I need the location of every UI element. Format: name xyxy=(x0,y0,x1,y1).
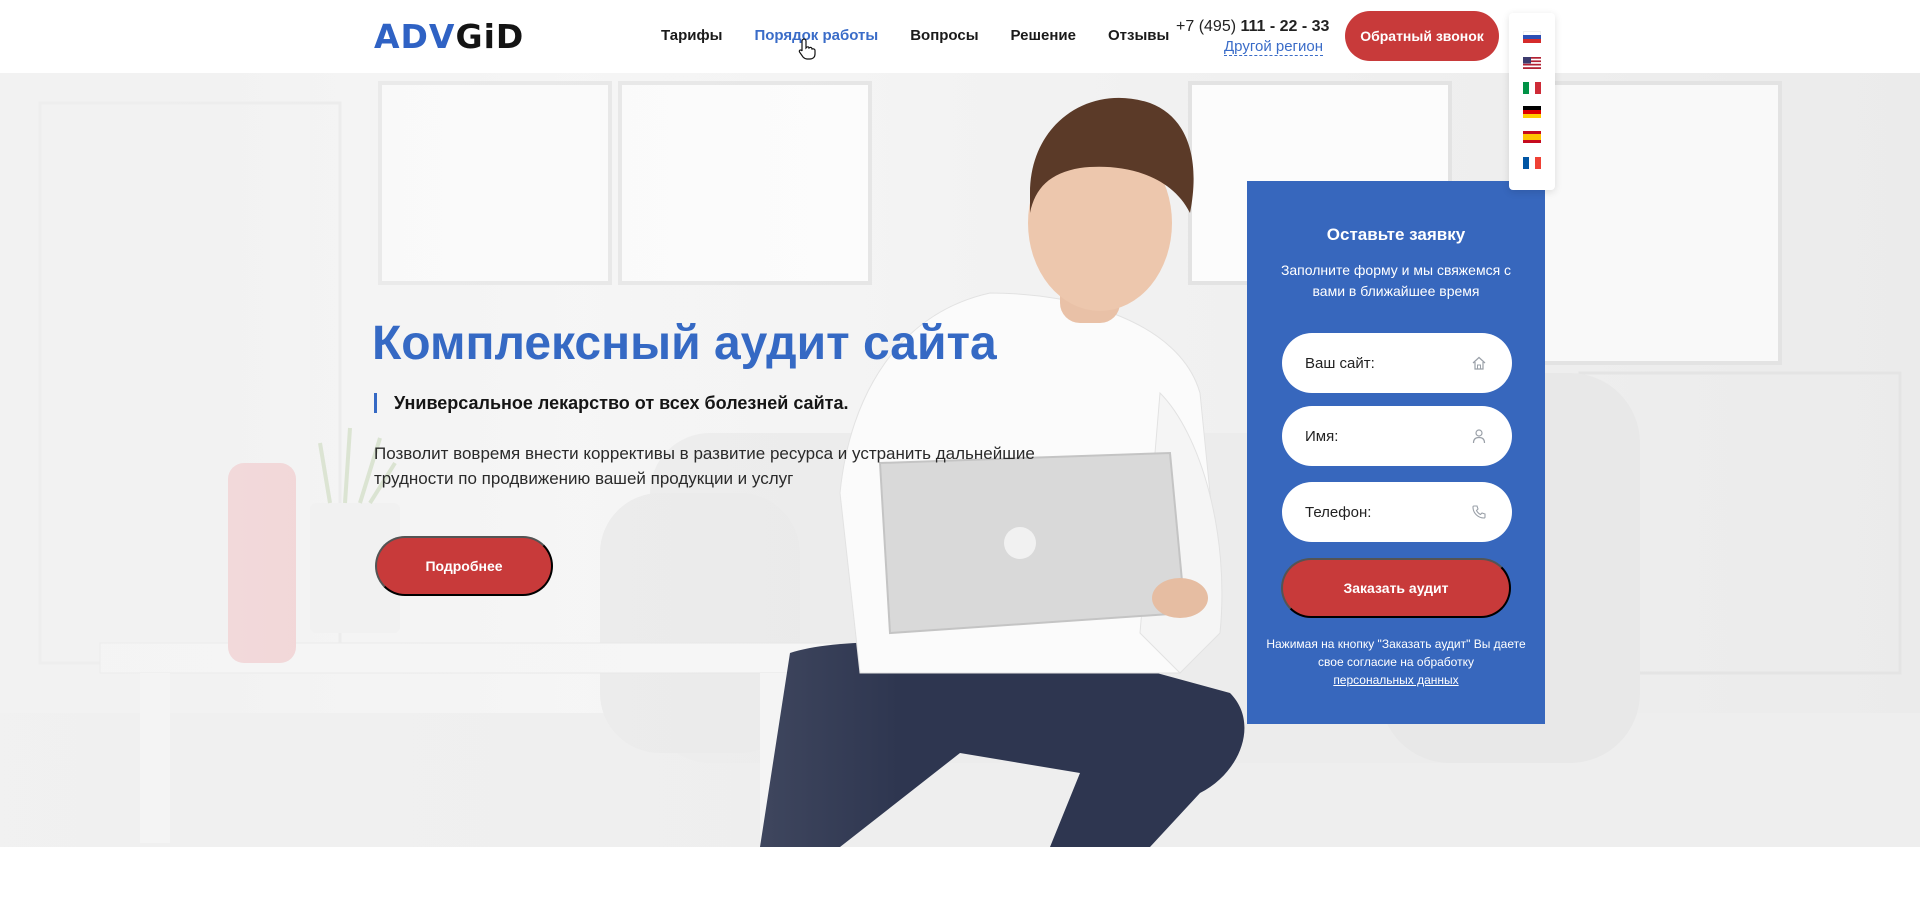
phone-prefix: +7 (495) xyxy=(1176,18,1241,35)
language-switcher xyxy=(1509,13,1555,190)
russian-flag-icon[interactable] xyxy=(1523,31,1541,43)
flag-stripe xyxy=(1523,39,1541,43)
phone-icon xyxy=(1472,505,1486,519)
usa-flag-graphic xyxy=(1523,57,1541,69)
logo-part-gid: GiD xyxy=(455,16,525,56)
nav-item-reviews[interactable]: Отзывы xyxy=(1108,27,1169,44)
website-field[interactable]: Ваш сайт: xyxy=(1282,333,1512,393)
hero-section: Комплексный аудит сайта Универсальное ле… xyxy=(0,73,1920,847)
flag-stripe xyxy=(1535,157,1541,169)
nav-item-solution[interactable]: Решение xyxy=(1011,27,1076,44)
audit-request-form: Оставьте заявку Заполните форму и мы свя… xyxy=(1247,181,1545,724)
name-field[interactable]: Имя: xyxy=(1282,406,1512,466)
usa-flag-icon[interactable] xyxy=(1523,56,1541,69)
hero-subtitle: Универсальное лекарство от всех болезней… xyxy=(374,393,848,413)
home-icon xyxy=(1472,356,1486,370)
more-button[interactable]: Подробнее xyxy=(375,536,553,596)
hero-title: Комплексный аудит сайта xyxy=(372,317,997,370)
consent-note: Нажимая на кнопку "Заказать аудит" Вы да… xyxy=(1261,635,1531,689)
hand-cursor-icon xyxy=(798,38,816,60)
logo-part-adv: ADV xyxy=(374,16,456,56)
advgid-logo[interactable]: ADV GiD xyxy=(374,16,525,56)
nav-item-tariffs[interactable]: Тарифы xyxy=(661,27,722,44)
form-description: Заполните форму и мы свяжемся с вами в б… xyxy=(1280,262,1512,299)
form-title: Оставьте заявку xyxy=(1326,225,1466,244)
nav-item-work-order[interactable]: Порядок работы xyxy=(754,27,878,44)
name-field-placeholder: Имя: xyxy=(1305,427,1339,445)
nav-item-questions[interactable]: Вопросы xyxy=(910,27,978,44)
order-audit-button[interactable]: Заказать аудит xyxy=(1281,558,1511,618)
french-flag-icon[interactable] xyxy=(1523,156,1541,169)
flag-stripe xyxy=(1535,82,1541,94)
hero-description: Позволит вовремя внести коррективы в раз… xyxy=(374,444,1035,488)
german-flag-icon[interactable] xyxy=(1523,106,1541,118)
phone-field-placeholder: Телефон: xyxy=(1305,503,1372,521)
phone-field[interactable]: Телефон: xyxy=(1282,482,1512,542)
consent-text: Нажимая на кнопку "Заказать аудит" Вы да… xyxy=(1266,637,1526,669)
user-icon xyxy=(1472,429,1486,444)
spanish-flag-icon[interactable] xyxy=(1523,131,1541,143)
flag-stripe xyxy=(1523,114,1541,118)
site-header: ADV GiD Тарифы Порядок работы Вопросы Реш… xyxy=(0,0,1920,73)
main-nav: Тарифы Порядок работы Вопросы Решение От… xyxy=(661,27,1201,44)
website-field-placeholder: Ваш сайт: xyxy=(1305,354,1375,372)
other-region-link[interactable]: Другой регион xyxy=(1224,38,1324,56)
phone-number: 111 - 22 - 33 xyxy=(1240,18,1330,35)
header-phone[interactable]: +7 (495) 111 - 22 - 33 xyxy=(1176,18,1329,36)
italian-flag-icon[interactable] xyxy=(1523,81,1541,94)
personal-data-link[interactable]: персональных данных xyxy=(1333,671,1458,689)
callback-button[interactable]: Обратный звонок xyxy=(1345,11,1499,61)
flag-stripe xyxy=(1523,140,1541,143)
